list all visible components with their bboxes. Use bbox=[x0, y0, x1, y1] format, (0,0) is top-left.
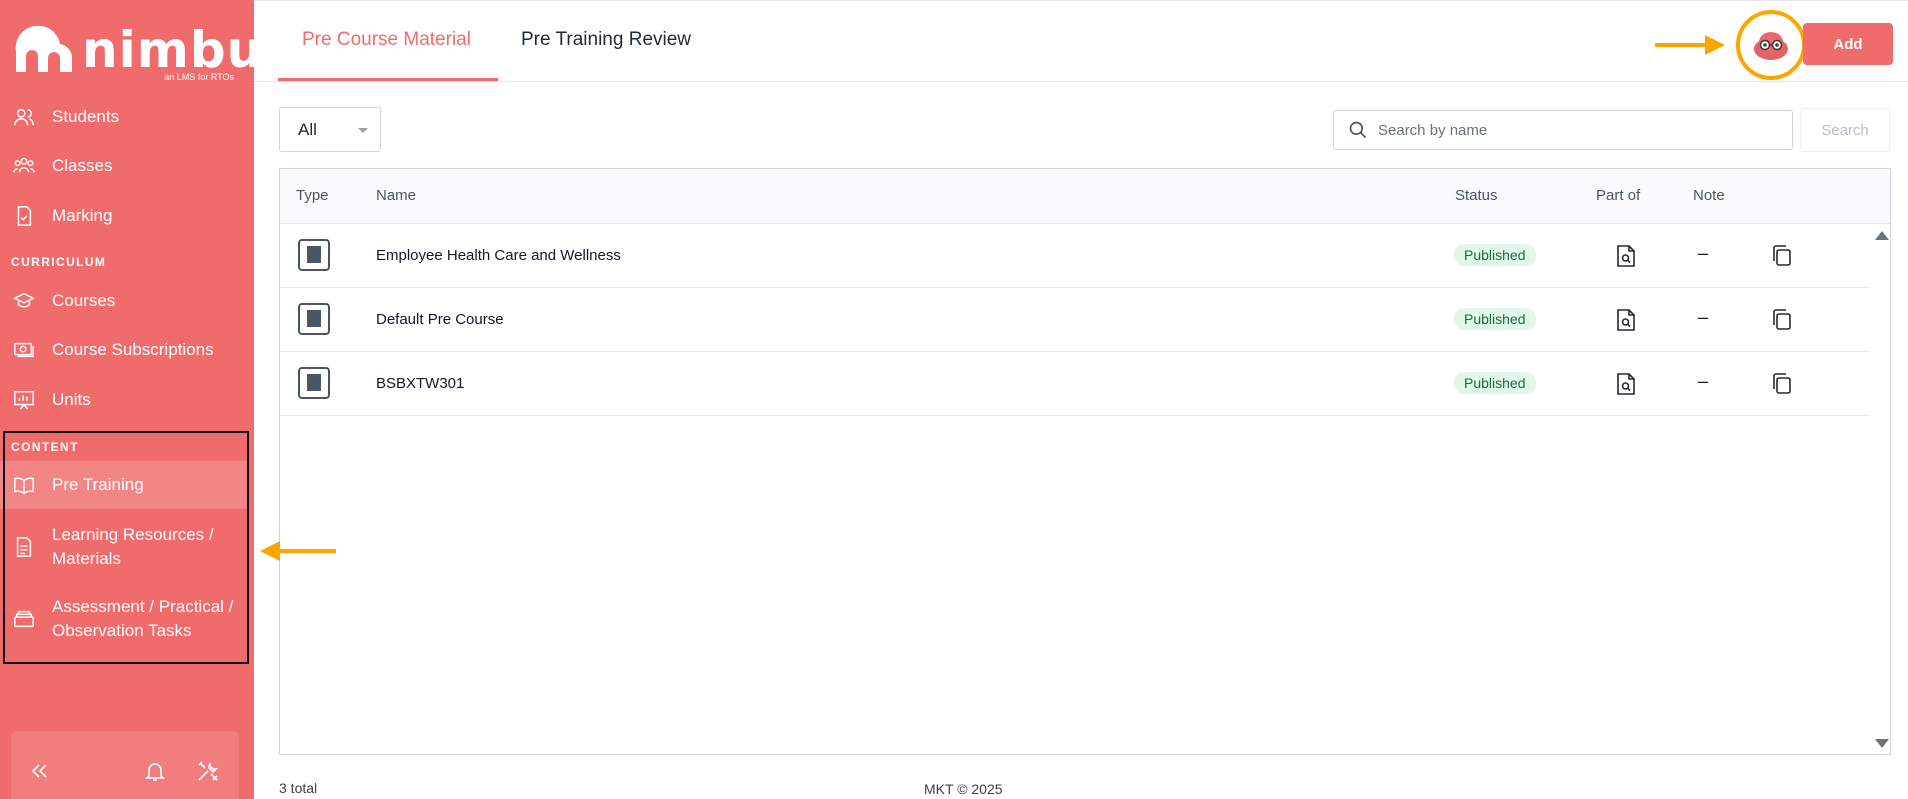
avatar bbox=[1754, 32, 1788, 60]
column-header-type[interactable]: Type bbox=[296, 187, 329, 204]
search-button[interactable]: Search bbox=[1800, 108, 1890, 152]
sidebar-item-label: Course Subscriptions bbox=[52, 340, 214, 359]
active-tab-indicator bbox=[278, 78, 498, 81]
sidebar-footer bbox=[11, 731, 239, 799]
file-search-icon[interactable] bbox=[1615, 244, 1637, 268]
row-name[interactable]: Employee Health Care and Wellness bbox=[376, 247, 621, 264]
column-header-note[interactable]: Note bbox=[1693, 187, 1725, 204]
copy-icon[interactable] bbox=[1771, 308, 1793, 332]
status-badge: Published bbox=[1454, 244, 1536, 266]
row-name[interactable]: BSBXTW301 bbox=[376, 375, 464, 392]
sidebar-item-label: Courses bbox=[52, 291, 116, 310]
row-name[interactable]: Default Pre Course bbox=[376, 311, 504, 328]
subscriptions-icon bbox=[12, 338, 36, 362]
search-input[interactable] bbox=[1378, 121, 1778, 139]
courses-icon bbox=[12, 289, 36, 313]
brand-name: nimbu bbox=[82, 21, 264, 79]
scroll-down-arrow-icon[interactable] bbox=[1875, 739, 1889, 748]
sidebar-item-label: Units bbox=[52, 390, 91, 409]
tab-pre-training-review[interactable]: Pre Training Review bbox=[521, 29, 691, 51]
row-note: – bbox=[1698, 371, 1709, 391]
sidebar-item-marking[interactable]: Marking bbox=[0, 201, 248, 231]
students-icon bbox=[12, 105, 36, 129]
search-field[interactable] bbox=[1333, 110, 1793, 150]
column-header-part-of[interactable]: Part of bbox=[1596, 187, 1640, 204]
collapse-icon[interactable] bbox=[27, 759, 51, 783]
sidebar-item-classes[interactable]: Classes bbox=[0, 151, 248, 181]
sidebar-item-label: Marking bbox=[52, 206, 113, 225]
scroll-up-arrow-icon[interactable] bbox=[1875, 231, 1889, 240]
status-badge: Published bbox=[1454, 372, 1536, 394]
search-icon bbox=[1349, 121, 1367, 139]
content-section-highlight bbox=[3, 431, 249, 664]
pre-course-type-icon bbox=[298, 239, 330, 271]
type-filter-value: All bbox=[298, 119, 317, 139]
copyright: MKT © 2025 bbox=[924, 781, 1003, 797]
nimbu-logo[interactable]: nimbu an LMS for RTOs bbox=[12, 18, 262, 84]
pre-course-type-icon bbox=[298, 303, 330, 335]
total-count: 3 total bbox=[279, 780, 318, 796]
column-header-name[interactable]: Name bbox=[376, 187, 416, 204]
sidebar-item-students[interactable]: Students bbox=[0, 102, 248, 132]
sidebar: nimbu an LMS for RTOs Students Classes M… bbox=[0, 0, 262, 799]
tab-pre-course-material[interactable]: Pre Course Material bbox=[302, 29, 471, 51]
pre-course-table: Type Name Status Part of Note Employee H… bbox=[279, 168, 1891, 755]
status-badge: Published bbox=[1454, 308, 1536, 330]
add-button[interactable]: Add bbox=[1803, 23, 1893, 65]
table-row[interactable]: Employee Health Care and Wellness Publis… bbox=[280, 224, 1869, 288]
sidebar-item-label: Classes bbox=[52, 156, 113, 175]
table-header: Type Name Status Part of Note bbox=[280, 169, 1890, 224]
tools-icon[interactable] bbox=[196, 759, 220, 783]
marking-icon bbox=[12, 204, 36, 228]
chevron-down-icon bbox=[358, 128, 368, 133]
annotation-arrow-right-icon bbox=[1655, 35, 1725, 55]
pre-course-type-icon bbox=[298, 367, 330, 399]
type-filter-select[interactable]: All bbox=[279, 107, 381, 152]
sidebar-item-label: Students bbox=[52, 107, 120, 126]
classes-icon bbox=[12, 154, 36, 178]
column-header-status[interactable]: Status bbox=[1455, 187, 1498, 204]
brand-tagline: an LMS for RTOs bbox=[164, 72, 234, 82]
sidebar-item-units[interactable]: Units bbox=[0, 385, 248, 415]
section-curriculum: CURRICULUM bbox=[11, 255, 107, 269]
units-icon bbox=[12, 388, 36, 412]
annotation-arrow-left-icon bbox=[260, 541, 336, 561]
file-search-icon[interactable] bbox=[1615, 372, 1637, 396]
bell-icon[interactable] bbox=[143, 759, 167, 783]
copy-icon[interactable] bbox=[1771, 372, 1793, 396]
sidebar-item-courses[interactable]: Courses bbox=[0, 286, 248, 316]
sidebar-item-course-subscriptions[interactable]: Course Subscriptions bbox=[0, 335, 248, 365]
avatar-highlight-ring[interactable] bbox=[1736, 10, 1806, 80]
cloud-logo-icon bbox=[15, 26, 73, 72]
file-search-icon[interactable] bbox=[1615, 308, 1637, 332]
table-row[interactable]: Default Pre Course Published – bbox=[280, 288, 1869, 352]
row-note: – bbox=[1698, 243, 1709, 263]
copy-icon[interactable] bbox=[1771, 244, 1793, 268]
table-row[interactable]: BSBXTW301 Published – bbox=[280, 352, 1869, 416]
row-note: – bbox=[1698, 307, 1709, 327]
